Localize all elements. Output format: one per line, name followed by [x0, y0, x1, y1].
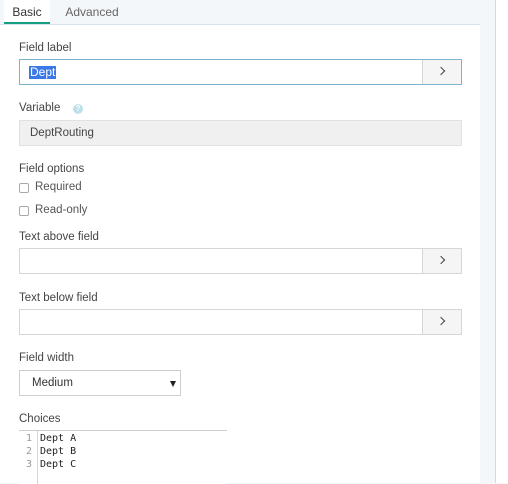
help-icon[interactable]: ?	[73, 104, 83, 114]
required-label: Required	[35, 181, 82, 193]
field-width-value: Medium	[32, 377, 73, 389]
field-width-heading: Field width	[19, 352, 74, 364]
variable-heading: Variable	[19, 102, 61, 114]
chevron-right-icon	[436, 66, 446, 76]
line-text: Dept B	[40, 446, 77, 457]
code-line: 3 Dept C	[19, 458, 227, 471]
variable-field: DeptRouting	[19, 120, 462, 146]
caret-down-icon	[170, 381, 176, 387]
field-label-expand-button[interactable]	[422, 60, 461, 84]
text-above-input[interactable]	[20, 249, 440, 273]
text-above-heading: Text above field	[19, 231, 99, 243]
tab-bar: Basic Advanced	[0, 0, 480, 25]
field-label-value[interactable]: Dept	[29, 66, 57, 79]
code-line: 2 Dept B	[19, 445, 227, 458]
line-number: 1	[25, 433, 32, 444]
chevron-right-icon	[436, 255, 446, 265]
tab-basic[interactable]: Basic	[4, 0, 50, 24]
readonly-checkbox[interactable]	[19, 206, 29, 216]
text-below-heading: Text below field	[19, 292, 98, 304]
panel-margin	[481, 0, 495, 483]
line-number: 3	[25, 459, 32, 470]
text-above-field[interactable]	[19, 248, 462, 274]
right-gutter	[496, 0, 508, 483]
text-below-field[interactable]	[19, 309, 462, 335]
choices-editor[interactable]: 1 Dept A 2 Dept B 3 Dept C	[19, 430, 227, 484]
tab-advanced[interactable]: Advanced	[58, 0, 126, 24]
field-width-select[interactable]: Medium	[19, 370, 181, 396]
required-checkbox[interactable]	[19, 183, 29, 193]
readonly-label: Read-only	[35, 204, 88, 216]
field-label-field[interactable]: Dept	[19, 59, 462, 85]
text-above-expand-button[interactable]	[422, 249, 461, 273]
text-below-input[interactable]	[20, 310, 440, 334]
code-line: 1 Dept A	[19, 432, 227, 445]
text-below-expand-button[interactable]	[422, 310, 461, 334]
line-text: Dept A	[40, 433, 77, 444]
line-text: Dept C	[40, 459, 77, 470]
line-number: 2	[25, 446, 32, 457]
field-label-heading: Field label	[19, 42, 72, 54]
choices-heading: Choices	[19, 413, 61, 425]
field-options-heading: Field options	[19, 163, 85, 175]
chevron-right-icon	[436, 316, 446, 326]
